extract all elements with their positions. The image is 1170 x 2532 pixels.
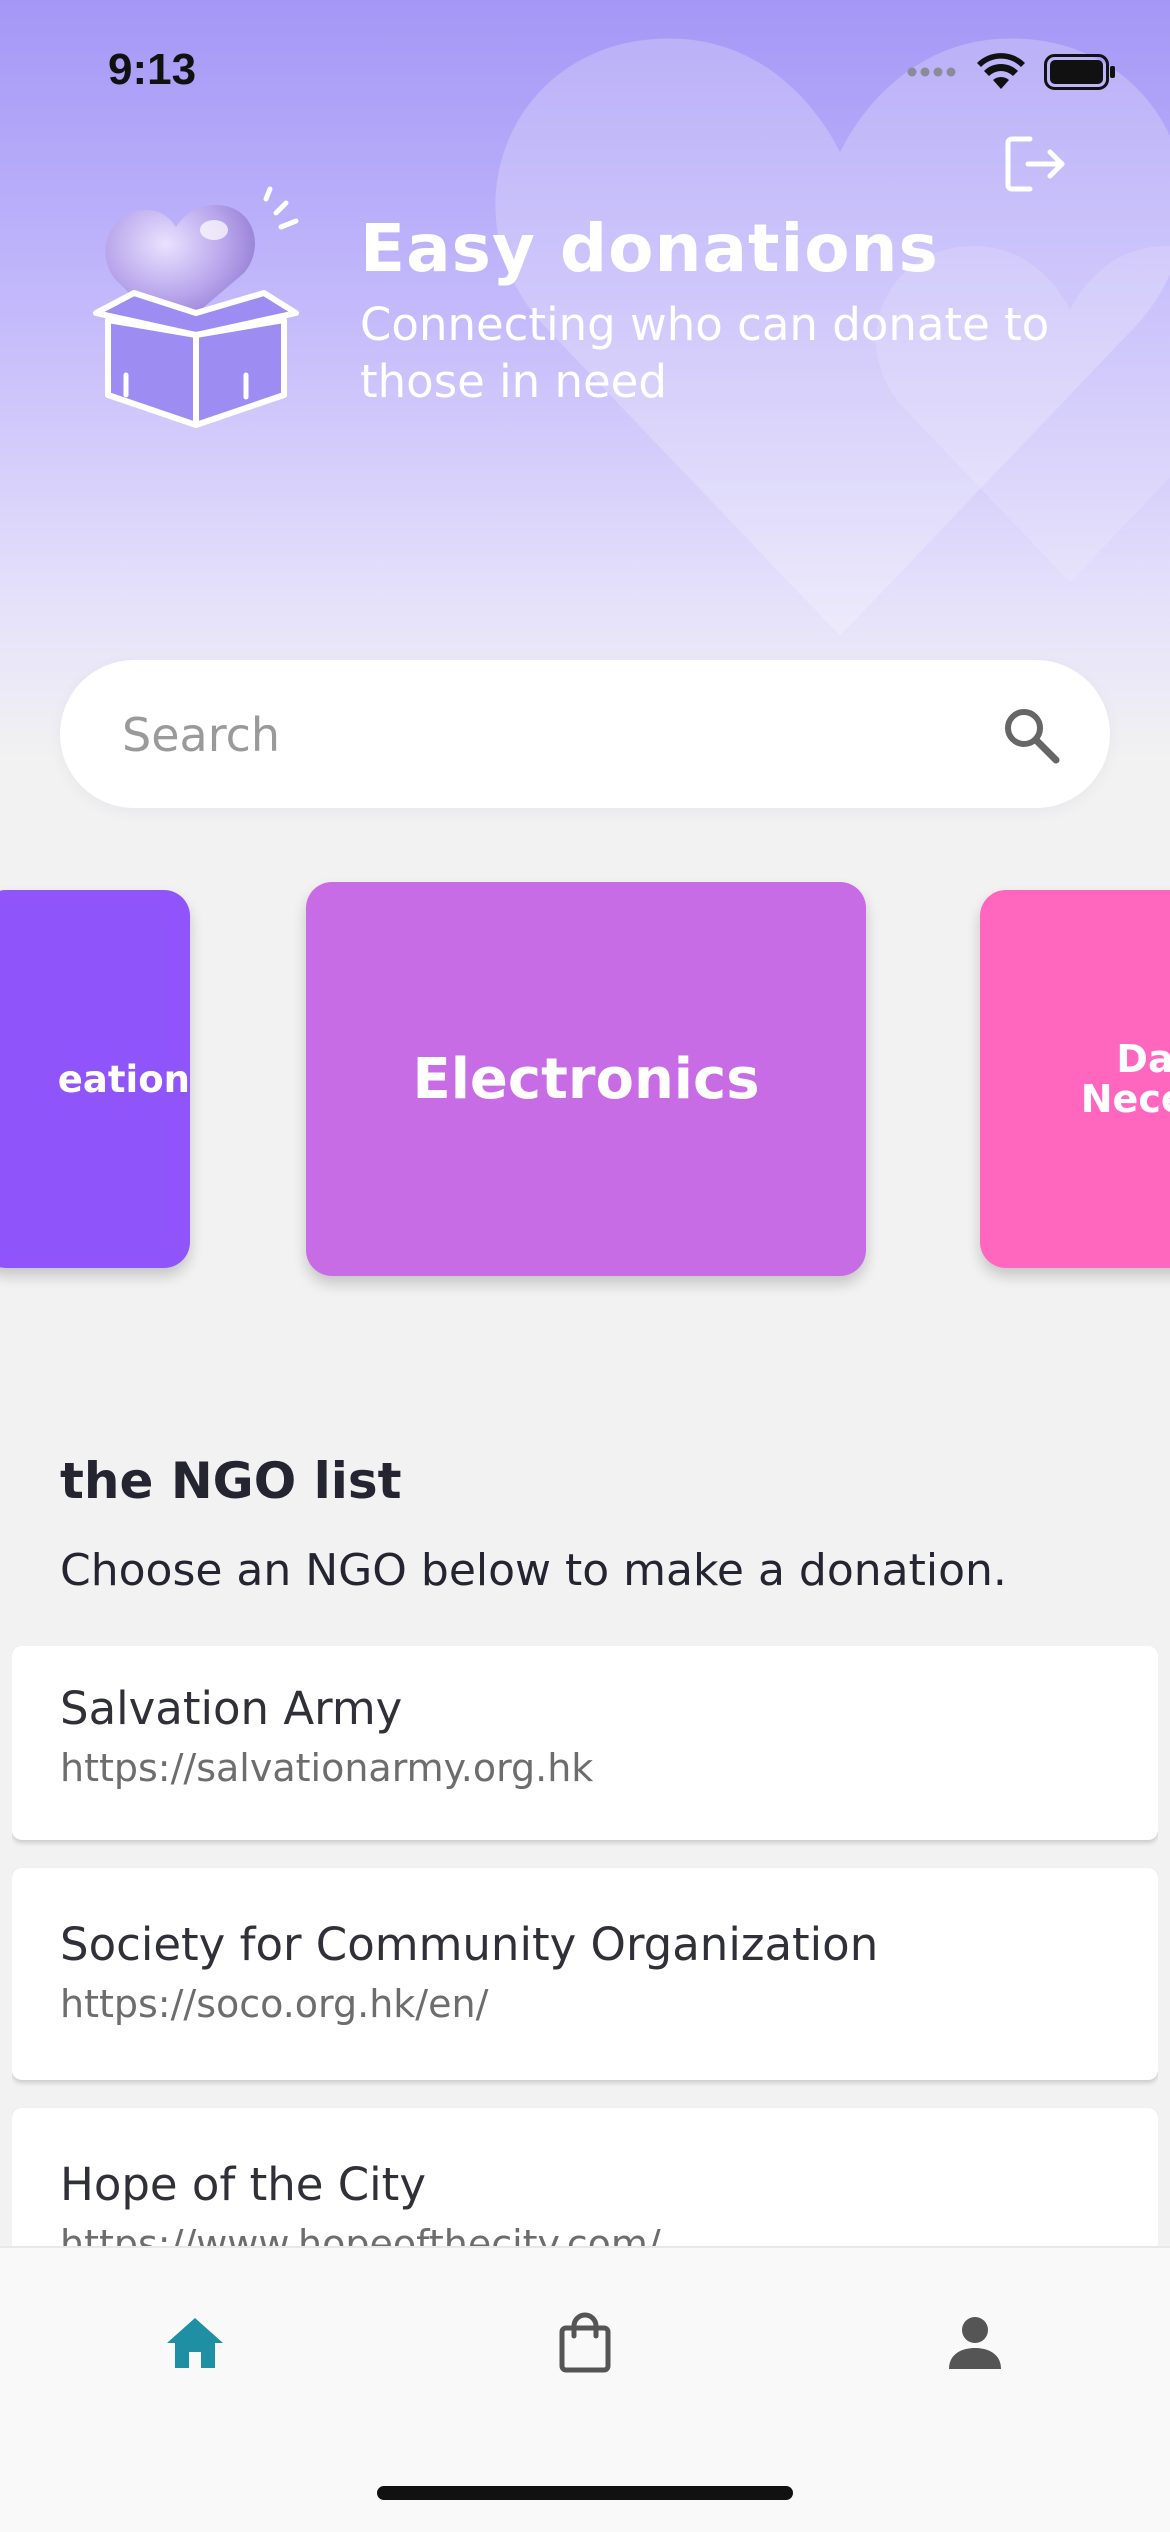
heart-in-box-logo (93, 186, 299, 428)
category-card-electronics[interactable]: Electronics (306, 882, 866, 1276)
wifi-icon (977, 53, 1025, 89)
ngo-list[interactable]: Salvation Army https://salvationarmy.org… (12, 1646, 1158, 2246)
ngo-url: https://soco.org.hk/en/ (60, 1982, 489, 2026)
ngo-name: Society for Community Organization (60, 1918, 879, 1971)
person-icon (949, 2317, 1001, 2369)
ngo-name: Salvation Army (60, 1682, 403, 1735)
app-screen: 9:13 Easy donations Connecting who can d… (0, 0, 1170, 2532)
ngo-list-heading: the NGO list (60, 1452, 402, 1510)
status-bar-icons (906, 52, 1116, 92)
ngo-list-instructions: Choose an NGO below to make a donation. (60, 1545, 1007, 1596)
ngo-url: https://www.hopeofthecity.com/ (60, 2222, 661, 2246)
category-label: eation (57, 1057, 190, 1101)
logout-button[interactable] (1000, 128, 1072, 200)
app-title: Easy donations (360, 210, 939, 287)
ngo-list-item[interactable]: Salvation Army https://salvationarmy.org… (12, 1646, 1158, 1840)
category-label: Electronics (412, 1046, 760, 1112)
hero-header: 9:13 Easy donations Connecting who can d… (0, 0, 1170, 760)
battery-icon (1044, 54, 1115, 90)
category-label: Da Neces (1080, 1037, 1170, 1121)
home-indicator (377, 2486, 793, 2500)
search-input[interactable] (120, 660, 924, 810)
app-subtitle: Connecting who can donate to those in ne… (360, 298, 1050, 408)
cellular-signal-icon (907, 67, 956, 77)
shopping-bag-icon (559, 2312, 611, 2373)
ngo-name: Hope of the City (60, 2158, 426, 2211)
ngo-list-item[interactable]: Hope of the City https://www.hopeoftheci… (12, 2108, 1158, 2246)
category-card-education[interactable]: eation (0, 890, 190, 1268)
nav-profile-button[interactable] (920, 2288, 1030, 2398)
home-icon (167, 2318, 223, 2368)
category-card-daily-necessities[interactable]: Da Neces (980, 890, 1170, 1268)
ngo-url: https://salvationarmy.org.hk (60, 1746, 594, 1790)
logout-icon (1005, 136, 1065, 192)
nav-home-button[interactable] (140, 2288, 250, 2398)
status-bar-time: 9:13 (108, 45, 197, 94)
nav-donations-button[interactable] (530, 2288, 640, 2398)
search-icon[interactable] (1000, 704, 1062, 766)
search-bar[interactable] (60, 660, 1110, 810)
ngo-list-item[interactable]: Society for Community Organization https… (12, 1868, 1158, 2080)
